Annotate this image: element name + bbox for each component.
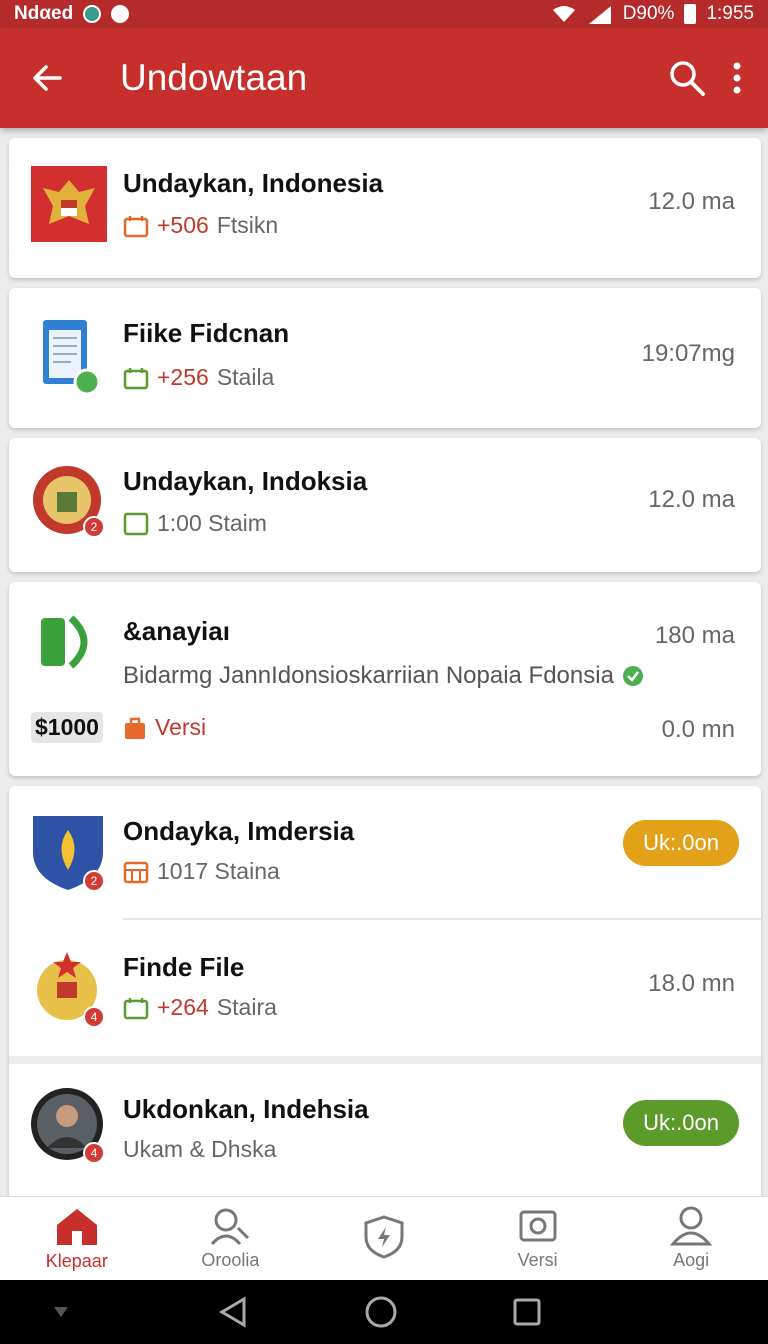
recents-square-icon[interactable] — [512, 1297, 542, 1327]
shield-crest-icon: 2 — [31, 812, 107, 892]
tab-label: Klepaar — [45, 1251, 108, 1271]
tab-label: Versi — [517, 1250, 558, 1270]
list-item[interactable]: &anayiaı 180 ma Bidarmg JannIdonsioskarr… — [9, 582, 761, 776]
tab-label: Oroolia — [201, 1250, 260, 1270]
app-bar: Undowtaan — [0, 28, 768, 128]
tab-profile-search[interactable]: Oroolia — [154, 1197, 308, 1280]
item-size: 18.0 mn — [648, 970, 735, 997]
user-search-icon — [211, 1208, 250, 1246]
calendar-icon — [123, 215, 149, 237]
bag-icon — [125, 717, 145, 739]
item-subtitle: +506 Ftsikn — [123, 212, 278, 239]
page-title: Undowtaan — [120, 57, 308, 98]
list-item[interactable]: Fiike Fidcnan +256 Staila 19:07mg — [9, 288, 761, 428]
item-description: Bidarmg JannIdonsioskarriian Nopaia Fdon… — [123, 662, 644, 690]
list-item[interactable]: 4 Ukdonkan, Indehsia Ukam & Dhska Uk:.0o… — [9, 1064, 761, 1196]
status-bar: Ndαed D90% 1:955 — [0, 0, 768, 28]
signal-icon — [588, 6, 611, 24]
description-text: Bidarmg JannIdonsioskarriian Nopaia Fdon… — [123, 662, 614, 689]
calendar-icon — [123, 367, 149, 389]
item-status: Staira — [216, 994, 277, 1020]
list-item[interactable]: Undaykan, Indonesia +506 Ftsikn 12.0 ma — [9, 138, 761, 278]
item-size: 180 ma — [654, 622, 735, 649]
portrait-avatar: 4 — [31, 1086, 107, 1164]
item-status: Ftsikn — [216, 212, 279, 238]
home-icon — [56, 1209, 97, 1245]
back-triangle-icon[interactable] — [218, 1296, 248, 1328]
square-icon — [123, 512, 149, 535]
notification-icon — [111, 5, 130, 23]
badge-icon: 2 — [83, 516, 105, 538]
item-status: 1:00 Staim — [157, 510, 267, 536]
item-count: +506 — [157, 212, 209, 238]
home-circle-icon[interactable] — [364, 1295, 398, 1329]
badge-icon: 4 — [83, 1142, 105, 1164]
tab-versi[interactable]: Versi — [461, 1197, 615, 1280]
camera-icon — [519, 1210, 557, 1242]
file-list: Undaykan, Indonesia +506 Ftsikn 12.0 ma … — [0, 128, 768, 1196]
badge-icon: 2 — [83, 870, 105, 892]
item-title: Finde File — [123, 952, 245, 982]
price-tag: $1000 — [31, 712, 103, 743]
item-size: 12.0 ma — [648, 486, 735, 513]
wifi-icon — [552, 6, 575, 22]
battery-icon — [684, 4, 697, 24]
item-status: Staila — [216, 364, 275, 390]
status-pill[interactable]: Uk:.0on — [623, 820, 739, 866]
item-subtitle: 1017 Staina — [123, 858, 280, 885]
grid-calendar-icon — [123, 861, 149, 883]
item-title: Fiike Fidcnan — [123, 318, 290, 348]
item-footer-meta: 0.0 mn — [661, 716, 735, 743]
garuda-emblem-icon — [31, 166, 107, 242]
keyboard-hide-icon[interactable] — [52, 1305, 70, 1319]
item-title: Undaykan, Indoksia — [123, 466, 368, 496]
footer-label: Versi — [155, 714, 207, 740]
item-title: Ondayka, Imdersia — [123, 816, 355, 846]
item-count: +256 — [157, 364, 209, 390]
list-item[interactable]: 2 Ondayka, Imdersia 1017 Staina Uk:.0on — [9, 786, 761, 920]
military-emblem-icon: 4 — [31, 948, 107, 1028]
back-button[interactable] — [0, 28, 96, 128]
item-subtitle: Ukam & Dhska — [123, 1136, 276, 1163]
verified-check-icon — [622, 666, 643, 686]
item-subtitle: +256 Staila — [123, 364, 274, 391]
status-pill[interactable]: Uk:.0on — [623, 1100, 739, 1146]
user-icon — [670, 1206, 713, 1246]
item-title: Undaykan, Indonesia — [123, 168, 384, 198]
calendar-icon — [123, 997, 149, 1019]
item-subtitle: +264 Staira — [123, 994, 277, 1021]
seal-emblem-icon: 2 — [31, 462, 107, 538]
battery-percent: D90% — [622, 3, 675, 24]
item-status: 1017 Staina — [157, 858, 280, 884]
shield-icon — [364, 1214, 404, 1259]
badge-icon: 4 — [83, 1006, 105, 1028]
carrier-label: Ndαed — [14, 3, 74, 24]
item-title: Ukdonkan, Indehsia — [123, 1094, 369, 1124]
document-icon — [31, 316, 107, 396]
list-item[interactable]: 2 Undaykan, Indoksia 1:00 Staim 12.0 ma — [9, 438, 761, 572]
clock: 1:955 — [706, 3, 754, 24]
tab-home[interactable]: Klepaar — [0, 1197, 154, 1280]
system-navigation-bar — [0, 1280, 768, 1344]
item-size: 12.0 ma — [648, 188, 735, 215]
tab-account[interactable]: Aogi — [614, 1197, 768, 1280]
item-size: 19:07mg — [641, 340, 735, 367]
item-count: +264 — [157, 994, 209, 1020]
item-footer: Versi — [123, 714, 206, 741]
more-vert-icon[interactable] — [732, 61, 742, 95]
item-title: &anayiaı — [123, 616, 230, 646]
list-group: 2 Ondayka, Imdersia 1017 Staina Uk:.0on … — [9, 786, 761, 1196]
app-notification-icon — [83, 5, 102, 23]
tab-label: Aogi — [673, 1250, 710, 1270]
app-logo-icon — [31, 612, 107, 688]
arrow-left-icon — [33, 65, 62, 91]
list-item[interactable]: 4 Finde File +264 Staira 18.0 mn — [9, 922, 761, 1064]
item-status: Ukam & Dhska — [123, 1136, 277, 1162]
divider — [123, 918, 761, 920]
search-icon[interactable] — [668, 59, 706, 97]
tab-security[interactable] — [307, 1197, 461, 1280]
bottom-navigation: Klepaar Oroolia Versi Aogi — [0, 1196, 768, 1280]
section-gap — [9, 1056, 761, 1064]
item-subtitle: 1:00 Staim — [123, 510, 267, 537]
